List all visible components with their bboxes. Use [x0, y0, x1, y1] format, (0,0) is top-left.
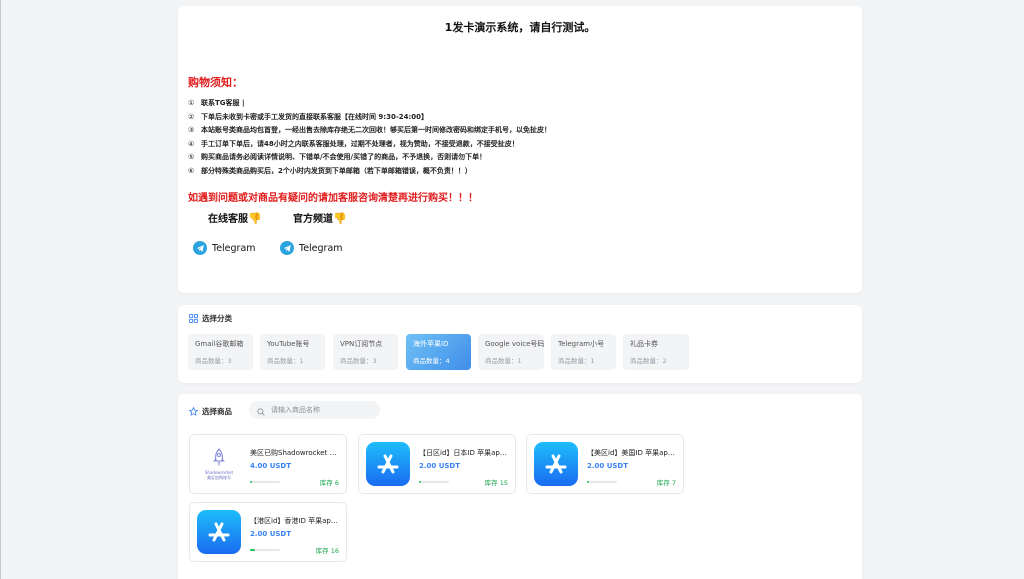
product-name: 美区已购Shadowrocket 小火箭 — [250, 449, 342, 457]
product-item-us-apple-id[interactable]: 【美区id】美国ID 苹果apple id 2.00 USDT 库存 7 — [526, 434, 684, 494]
rule-item: ③ 本站账号类商品均包首登，一经出售去除库存绝无二次回收！够买后第一时间修改密码和… — [188, 126, 551, 134]
product-item-japan-apple-id[interactable]: 【日区id】日本ID 苹果apple id 2.00 USDT 库存 15 — [358, 434, 516, 494]
official-channel-label: 官方频道👎 — [293, 212, 347, 225]
online-service-label: 在线客服👎 — [208, 212, 262, 225]
app-store-icon — [534, 442, 578, 486]
star-icon — [188, 406, 199, 416]
product-item-shadowrocket[interactable]: Shadowrocket 美区加购账号 美区已购Shadowrocket 小火箭… — [189, 434, 347, 494]
shopping-rules-list: ① 联系TG客服 | ② 下单后未收到卡密或手工发货的直接联系客服【在线时间 9:3… — [188, 97, 551, 178]
announcement-card: 1发卡演示系统，请自行测试。 购物须知： ① 联系TG客服 | ② 下单后未收到卡密… — [178, 6, 862, 293]
left-edge-border — [0, 0, 1, 579]
hand-pointing-icon: 👎 — [248, 212, 262, 225]
product-search-box[interactable] — [249, 401, 380, 419]
app-store-icon — [366, 442, 410, 486]
telegram-icon — [193, 241, 207, 255]
product-price: 4.00 USDT — [250, 462, 292, 470]
stock-progress-bar — [250, 549, 280, 551]
stock-count: 库存 16 — [315, 547, 339, 555]
rule-item: ② 下单后未收到卡密或手工发货的直接联系客服【在线时间 9:30-24:00】 — [188, 112, 429, 121]
category-vpn[interactable]: VPN订阅节点 商品数量：3 — [333, 334, 398, 370]
stock-count: 库存 7 — [656, 479, 676, 487]
rule-item: ④ 手工订单下单后，请48小时之内联系客服处理，过期不处理者，视为赞助，不接受退款… — [188, 139, 519, 148]
product-card: 选择商品 Shadowrocket 美区加购账号 美区已购Shadowrocke… — [178, 394, 862, 579]
search-input[interactable] — [269, 405, 373, 415]
telegram-service-link[interactable]: Telegram — [193, 238, 256, 258]
rocket-icon — [213, 448, 225, 467]
product-price: 2.00 USDT — [419, 462, 461, 470]
category-overseas-apple-id[interactable]: 海外苹果ID 商品数量：4 — [406, 334, 471, 370]
product-name: 【日区id】日本ID 苹果apple id — [419, 449, 511, 457]
stock-progress-bar — [419, 481, 449, 483]
shadowrocket-thumbnail: Shadowrocket 美区加购账号 — [197, 442, 241, 486]
category-google-voice[interactable]: Google voice号码 商品数量：1 — [478, 334, 544, 370]
shopping-notice-heading: 购物须知： — [188, 76, 243, 89]
telegram-channel-link[interactable]: Telegram — [280, 238, 343, 258]
rule-item: ① 联系TG客服 | — [188, 99, 245, 107]
stock-count: 库存 6 — [319, 479, 339, 487]
app-store-icon — [197, 510, 241, 554]
category-telegram[interactable]: Telegram小号 商品数量：1 — [551, 334, 616, 370]
search-icon — [257, 401, 265, 420]
product-price: 2.00 USDT — [587, 462, 629, 470]
category-youtube[interactable]: YouTube账号 商品数量：1 — [260, 334, 325, 370]
hand-pointing-icon: 👎 — [333, 212, 347, 225]
telegram-icon — [280, 241, 294, 255]
category-gmail[interactable]: Gmail谷歌邮箱 商品数量：3 — [188, 334, 253, 370]
warning-text: 如遇到问题或对商品有疑问的请加客服咨询清楚再进行购买！！！ — [188, 193, 478, 204]
rule-item: ⑤ 购买商品请务必阅读详情说明、下错单/不会使用/买错了的商品，不予退换，否则请勿… — [188, 153, 487, 161]
site-title: 1发卡演示系统，请自行测试。 — [444, 21, 596, 34]
category-section-title: 选择分类 — [189, 313, 232, 324]
product-name: 【美区id】美国ID 苹果apple id — [587, 449, 679, 457]
product-section-title: 选择商品 — [188, 406, 232, 417]
stock-progress-bar — [587, 481, 617, 483]
stock-count: 库存 15 — [484, 479, 508, 487]
grid-icon — [189, 314, 198, 323]
product-price: 2.00 USDT — [250, 530, 292, 538]
rule-item: ⑥ 部分特殊类商品购买后，2个小时内发货到下单邮箱（若下单邮箱错误，概不负责！！） — [188, 166, 472, 175]
category-gift-cards[interactable]: 礼品卡券 商品数量：2 — [623, 334, 689, 370]
category-card: 选择分类 Gmail谷歌邮箱 商品数量：3 YouTube账号 商品数量：1 V… — [178, 305, 862, 383]
product-item-hk-apple-id[interactable]: 【港区id】香港ID 苹果apple id 2.00 USDT 库存 16 — [189, 502, 347, 562]
stock-progress-bar — [250, 481, 280, 483]
product-name: 【港区id】香港ID 苹果apple id — [250, 517, 342, 525]
